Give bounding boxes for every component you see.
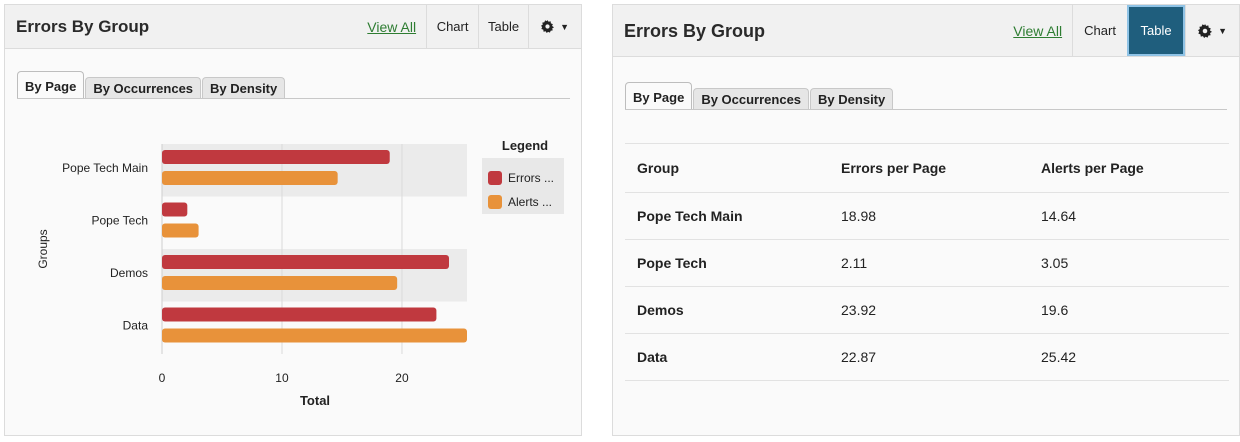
category-tick-label: Pope Tech bbox=[92, 214, 149, 228]
chart-view-button[interactable]: Chart bbox=[1072, 5, 1127, 56]
group-cell: Pope Tech bbox=[625, 239, 829, 287]
errors-cell: 18.98 bbox=[829, 192, 1029, 240]
legend-label-alerts: Alerts ... bbox=[508, 195, 552, 209]
column-header-group: Group bbox=[625, 143, 829, 193]
table-header-row: Group Errors per Page Alerts per Page bbox=[625, 143, 1229, 193]
errors-cell: 22.87 bbox=[829, 333, 1029, 381]
alerts-cell: 3.05 bbox=[1029, 239, 1229, 287]
table-row: Data 22.87 25.42 bbox=[625, 333, 1229, 381]
category-tick-label: Demos bbox=[110, 266, 148, 280]
category-tick-label: Data bbox=[123, 319, 149, 333]
group-cell: Demos bbox=[625, 286, 829, 334]
errors-by-group-table-panel: Errors By Group View All Chart Table ▼ B… bbox=[612, 4, 1240, 436]
tab-by-density[interactable]: By Density bbox=[810, 88, 894, 110]
x-tick-label: 10 bbox=[275, 371, 289, 385]
errors-cell: 2.11 bbox=[829, 239, 1029, 287]
errors-by-group-chart-panel: Errors By Group View All Chart Table ▼ B… bbox=[4, 4, 582, 436]
gear-icon bbox=[1198, 23, 1213, 38]
bar-alerts bbox=[162, 276, 398, 290]
bar-errors bbox=[162, 255, 450, 269]
table-row: Pope Tech Main 18.98 14.64 bbox=[625, 192, 1229, 240]
view-all-link[interactable]: View All bbox=[1003, 5, 1072, 56]
alerts-cell: 25.42 bbox=[1029, 333, 1229, 381]
errors-table: Group Errors per Page Alerts per Page Po… bbox=[625, 143, 1229, 381]
column-header-errors: Errors per Page bbox=[829, 143, 1029, 193]
y-axis-title: Groups bbox=[36, 229, 50, 268]
bar-alerts bbox=[162, 223, 199, 238]
legend-swatch-alerts bbox=[488, 195, 502, 209]
group-cell: Data bbox=[625, 333, 829, 381]
tab-by-page[interactable]: By Page bbox=[625, 82, 693, 110]
header-controls: View All Chart Table ▼ bbox=[1003, 5, 1239, 56]
settings-dropdown-button[interactable]: ▼ bbox=[1185, 5, 1239, 56]
bar-errors bbox=[162, 307, 437, 322]
legend-label-errors: Errors ... bbox=[508, 171, 554, 185]
category-tick-label: Pope Tech Main bbox=[62, 161, 148, 175]
legend-title: Legend bbox=[502, 138, 548, 153]
table-row: Demos 23.92 19.6 bbox=[625, 286, 1229, 334]
group-cell: Pope Tech Main bbox=[625, 192, 829, 240]
alerts-cell: 19.6 bbox=[1029, 286, 1229, 334]
bar-alerts bbox=[162, 171, 338, 185]
errors-cell: 23.92 bbox=[829, 286, 1029, 334]
panel-title: Errors By Group bbox=[624, 21, 766, 41]
tab-divider bbox=[625, 109, 1227, 110]
column-header-alerts: Alerts per Page bbox=[1029, 143, 1229, 193]
bar-errors bbox=[162, 202, 188, 217]
tab-by-occurrences[interactable]: By Occurrences bbox=[693, 88, 810, 110]
legend-swatch-errors bbox=[488, 171, 502, 185]
legend: Legend Errors ... Alerts ... bbox=[488, 138, 554, 209]
x-tick-label: 20 bbox=[395, 371, 409, 385]
bar-errors bbox=[162, 150, 390, 164]
panel-header: Errors By Group View All Chart Table ▼ bbox=[613, 5, 1239, 57]
chevron-down-icon: ▼ bbox=[1218, 25, 1227, 36]
alerts-cell: 14.64 bbox=[1029, 192, 1229, 240]
table-view-button[interactable]: Table bbox=[1127, 5, 1186, 56]
tab-list: By Page By Occurrences By Density bbox=[625, 82, 894, 110]
table-row: Pope Tech 2.11 3.05 bbox=[625, 239, 1229, 287]
x-tick-label: 0 bbox=[159, 371, 166, 385]
x-axis-title: Total bbox=[300, 393, 330, 408]
bar-alerts bbox=[162, 328, 467, 343]
